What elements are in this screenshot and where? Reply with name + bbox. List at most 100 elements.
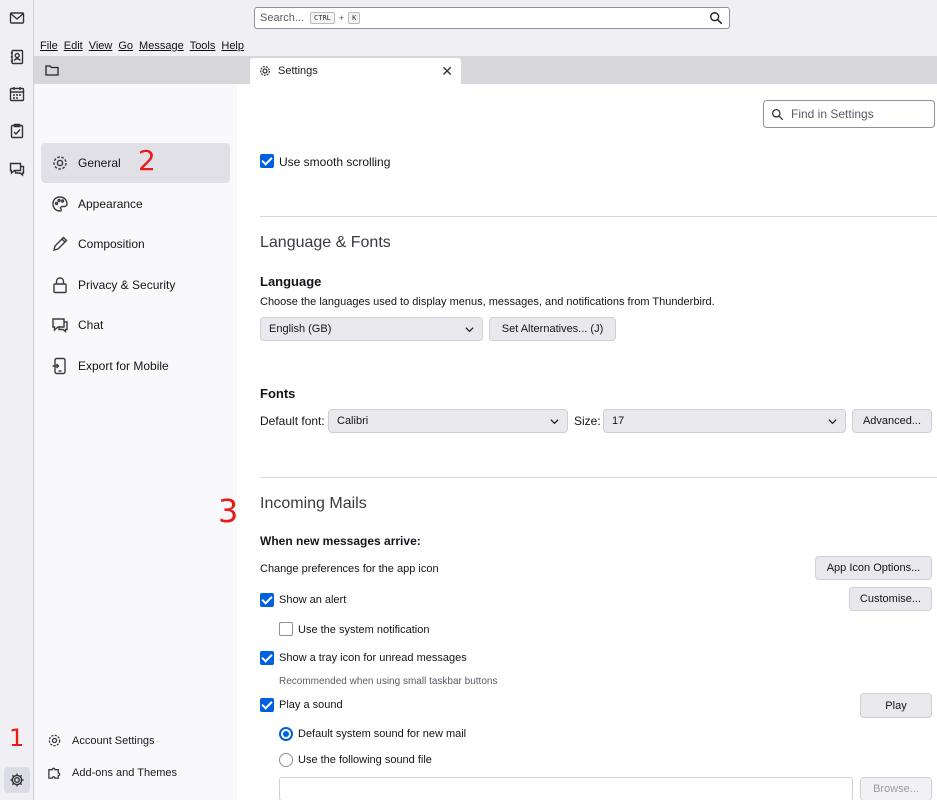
shortcut-key-k: K	[348, 12, 361, 24]
lock-icon	[53, 277, 67, 294]
category-appearance[interactable]: Appearance	[41, 184, 230, 224]
menu-tools[interactable]: Tools	[190, 40, 216, 52]
language-select-value: English (GB)	[269, 323, 332, 335]
search-icon[interactable]	[709, 11, 723, 25]
advanced-fonts-button[interactable]: Advanced...	[852, 409, 932, 433]
tab-settings-label: Settings	[278, 65, 318, 77]
tray-icon-label: Show a tray icon for unread messages	[279, 652, 467, 664]
address-book-icon[interactable]	[4, 44, 30, 70]
account-settings-label: Account Settings	[72, 734, 155, 747]
folder-tab-icon[interactable]	[40, 60, 64, 80]
category-chat[interactable]: Chat	[41, 305, 230, 345]
settings-sidebar: General Appearance Composition Privacy &…	[35, 84, 237, 800]
search-icon	[771, 108, 784, 120]
mobile-export-icon	[52, 357, 66, 375]
gear-icon	[260, 66, 270, 76]
tab-settings[interactable]: Settings ✕	[250, 58, 461, 84]
set-alternatives-button[interactable]: Set Alternatives... (J)	[489, 317, 616, 341]
chevron-down-icon	[465, 327, 474, 333]
default-font-value: Calibri	[337, 415, 369, 427]
when-messages-arrive-heading: When new messages arrive:	[260, 534, 421, 548]
sound-file-input[interactable]	[279, 777, 853, 800]
font-size-select[interactable]: 17	[603, 409, 846, 433]
chevron-down-icon	[550, 419, 559, 425]
category-general-label: General	[78, 156, 121, 170]
default-font-label: Default font:	[260, 414, 325, 428]
category-appearance-label: Appearance	[78, 197, 143, 211]
category-general[interactable]: General	[41, 143, 230, 183]
global-search-input[interactable]: Search... CTRL + K	[254, 7, 730, 29]
tab-strip: Settings ✕	[34, 56, 937, 84]
find-in-settings-input[interactable]: Find in Settings	[763, 100, 935, 128]
smooth-scrolling-checkbox[interactable]	[260, 154, 274, 168]
language-heading: Language	[260, 274, 322, 289]
show-alert-label: Show an alert	[279, 594, 347, 606]
font-size-value: 17	[612, 415, 625, 427]
play-button[interactable]: Play	[860, 693, 932, 718]
annotation-one: 1	[9, 724, 25, 752]
category-privacy-security[interactable]: Privacy & Security	[41, 265, 230, 305]
shortcut-plus: +	[338, 13, 345, 23]
close-icon[interactable]: ✕	[441, 63, 453, 80]
play-sound-label: Play a sound	[279, 699, 343, 711]
menu-file[interactable]: File	[40, 40, 58, 52]
tasks-icon[interactable]	[4, 118, 30, 144]
menu-message[interactable]: Message	[139, 40, 184, 52]
app-icon-description: Change preferences for the app icon	[260, 563, 439, 575]
menu-go[interactable]: Go	[118, 40, 133, 52]
gear-icon	[53, 156, 67, 170]
menu-view[interactable]: View	[89, 40, 113, 52]
category-composition-label: Composition	[78, 237, 145, 251]
customise-button[interactable]: Customise...	[849, 587, 932, 611]
pencil-icon	[53, 236, 68, 251]
browse-button[interactable]: Browse...	[860, 777, 932, 800]
tray-icon-checkbox[interactable]	[260, 651, 274, 665]
annotation-three: 3	[218, 492, 239, 530]
addons-themes-link[interactable]: Add-ons and Themes	[47, 765, 177, 780]
search-placeholder: Search...	[260, 12, 305, 24]
tray-icon-hint: Recommended when using small taskbar but…	[279, 676, 498, 687]
language-description: Choose the languages used to display men…	[260, 296, 715, 308]
menu-bar: File Edit View Go Message Tools Help	[34, 36, 937, 56]
section-divider	[260, 216, 937, 217]
language-select[interactable]: English (GB)	[260, 317, 483, 341]
app-icon-options-button[interactable]: App Icon Options...	[815, 556, 932, 580]
smooth-scrolling-label: Use smooth scrolling	[279, 155, 391, 169]
puzzle-icon	[48, 767, 61, 779]
fonts-heading: Fonts	[260, 386, 296, 401]
find-placeholder: Find in Settings	[791, 107, 874, 121]
annotation-two: 2	[138, 144, 156, 177]
palette-icon	[52, 196, 68, 212]
language-fonts-title: Language & Fonts	[260, 234, 391, 251]
following-sound-label: Use the following sound file	[298, 754, 432, 766]
size-label: Size:	[574, 414, 601, 428]
category-composition[interactable]: Composition	[41, 224, 230, 264]
menu-help[interactable]: Help	[221, 40, 244, 52]
calendar-icon[interactable]	[4, 81, 30, 107]
shortcut-key-ctrl: CTRL	[310, 12, 335, 24]
play-sound-checkbox[interactable]	[260, 698, 274, 712]
category-export-mobile[interactable]: Export for Mobile	[41, 346, 230, 386]
chat-bubble-icon	[52, 318, 68, 333]
addons-label: Add-ons and Themes	[72, 766, 177, 779]
default-sound-radio[interactable]	[279, 727, 293, 741]
account-gear-icon	[48, 734, 61, 747]
spaces-toolbar: 1	[0, 0, 34, 800]
category-export-label: Export for Mobile	[78, 359, 169, 373]
category-chat-label: Chat	[78, 318, 104, 332]
system-notification-label: Use the system notification	[298, 624, 430, 636]
show-alert-checkbox[interactable]	[260, 593, 274, 607]
settings-gear-icon[interactable]	[4, 767, 30, 793]
settings-content: Find in Settings Use smooth scrolling La…	[237, 84, 937, 800]
following-sound-radio[interactable]	[279, 753, 293, 767]
incoming-mails-title: Incoming Mails	[260, 495, 367, 512]
chevron-down-icon	[828, 419, 837, 425]
default-font-select[interactable]: Calibri	[328, 409, 568, 433]
category-privacy-label: Privacy & Security	[78, 278, 176, 292]
chat-icon[interactable]	[4, 156, 30, 182]
menu-edit[interactable]: Edit	[64, 40, 83, 52]
section-divider	[260, 477, 937, 478]
account-settings-link[interactable]: Account Settings	[47, 733, 155, 748]
mail-icon[interactable]	[4, 5, 30, 31]
system-notification-checkbox[interactable]	[279, 622, 293, 636]
